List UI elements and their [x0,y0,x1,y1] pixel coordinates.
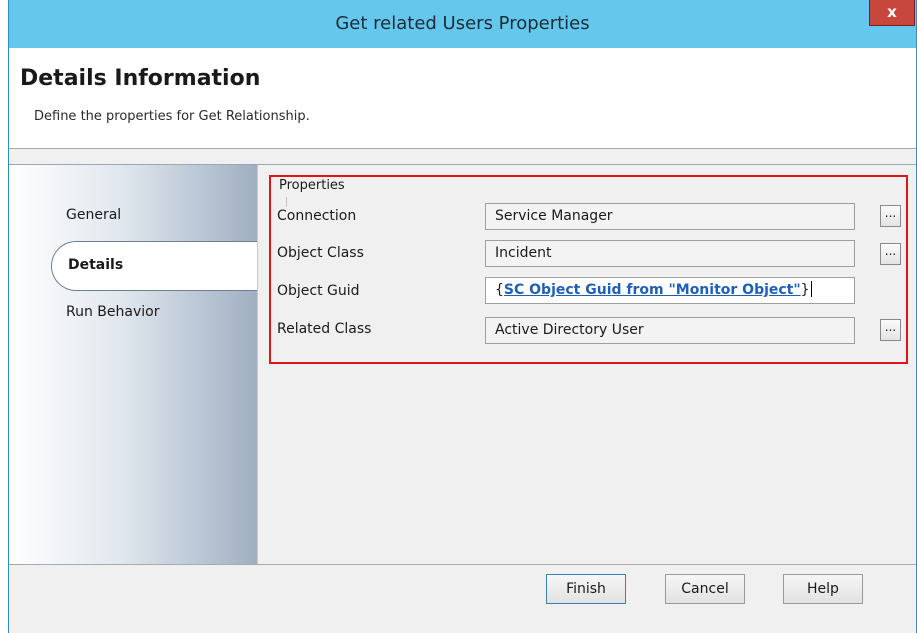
finish-button[interactable]: Finish [546,574,626,604]
connection-label: Connection [277,208,357,224]
page-subtitle: Define the properties for Get Relationsh… [34,109,310,124]
object-class-browse-button[interactable]: ... [880,243,901,265]
object-guid-label: Object Guid [277,283,360,299]
window-title: Get related Users Properties [335,13,590,34]
connection-browse-button[interactable]: ... [880,205,901,227]
properties-group-label: Properties [279,178,347,193]
brace-close: } [800,282,810,298]
page-title: Details Information [20,66,261,91]
details-header: Details Information Define the propertie… [9,48,916,149]
object-class-field[interactable]: Incident [485,240,855,267]
dialog-footer: Finish Cancel Help [9,564,916,633]
help-button[interactable]: Help [783,574,863,604]
sidebar-item-run-behavior[interactable]: Run Behavior [66,304,159,320]
published-data-token[interactable]: SC Object Guid from "Monitor Object" [504,282,801,298]
related-class-label: Related Class [277,321,372,337]
close-button[interactable]: x [869,0,915,26]
cancel-button[interactable]: Cancel [665,574,745,604]
text-caret [810,281,812,297]
sidebar: General Details Run Behavior [9,164,263,564]
properties-group: Properties Connection Service Manager ..… [269,175,908,364]
brace-open: { [495,282,504,298]
properties-dialog: Get related Users Properties x Details I… [8,0,917,633]
sidebar-item-label: Details [68,257,124,273]
sidebar-item-general[interactable]: General [66,207,121,223]
object-class-label: Object Class [277,245,364,261]
related-class-browse-button[interactable]: ... [880,319,901,341]
title-bar[interactable]: Get related Users Properties x [9,0,916,48]
group-box-edge [286,197,287,207]
connection-field[interactable]: Service Manager [485,203,855,230]
object-guid-field[interactable]: {SC Object Guid from "Monitor Object"} [485,277,855,304]
sidebar-item-details[interactable]: Details [51,241,263,291]
details-panel: Properties Connection Service Manager ..… [257,164,916,564]
related-class-field[interactable]: Active Directory User [485,317,855,344]
